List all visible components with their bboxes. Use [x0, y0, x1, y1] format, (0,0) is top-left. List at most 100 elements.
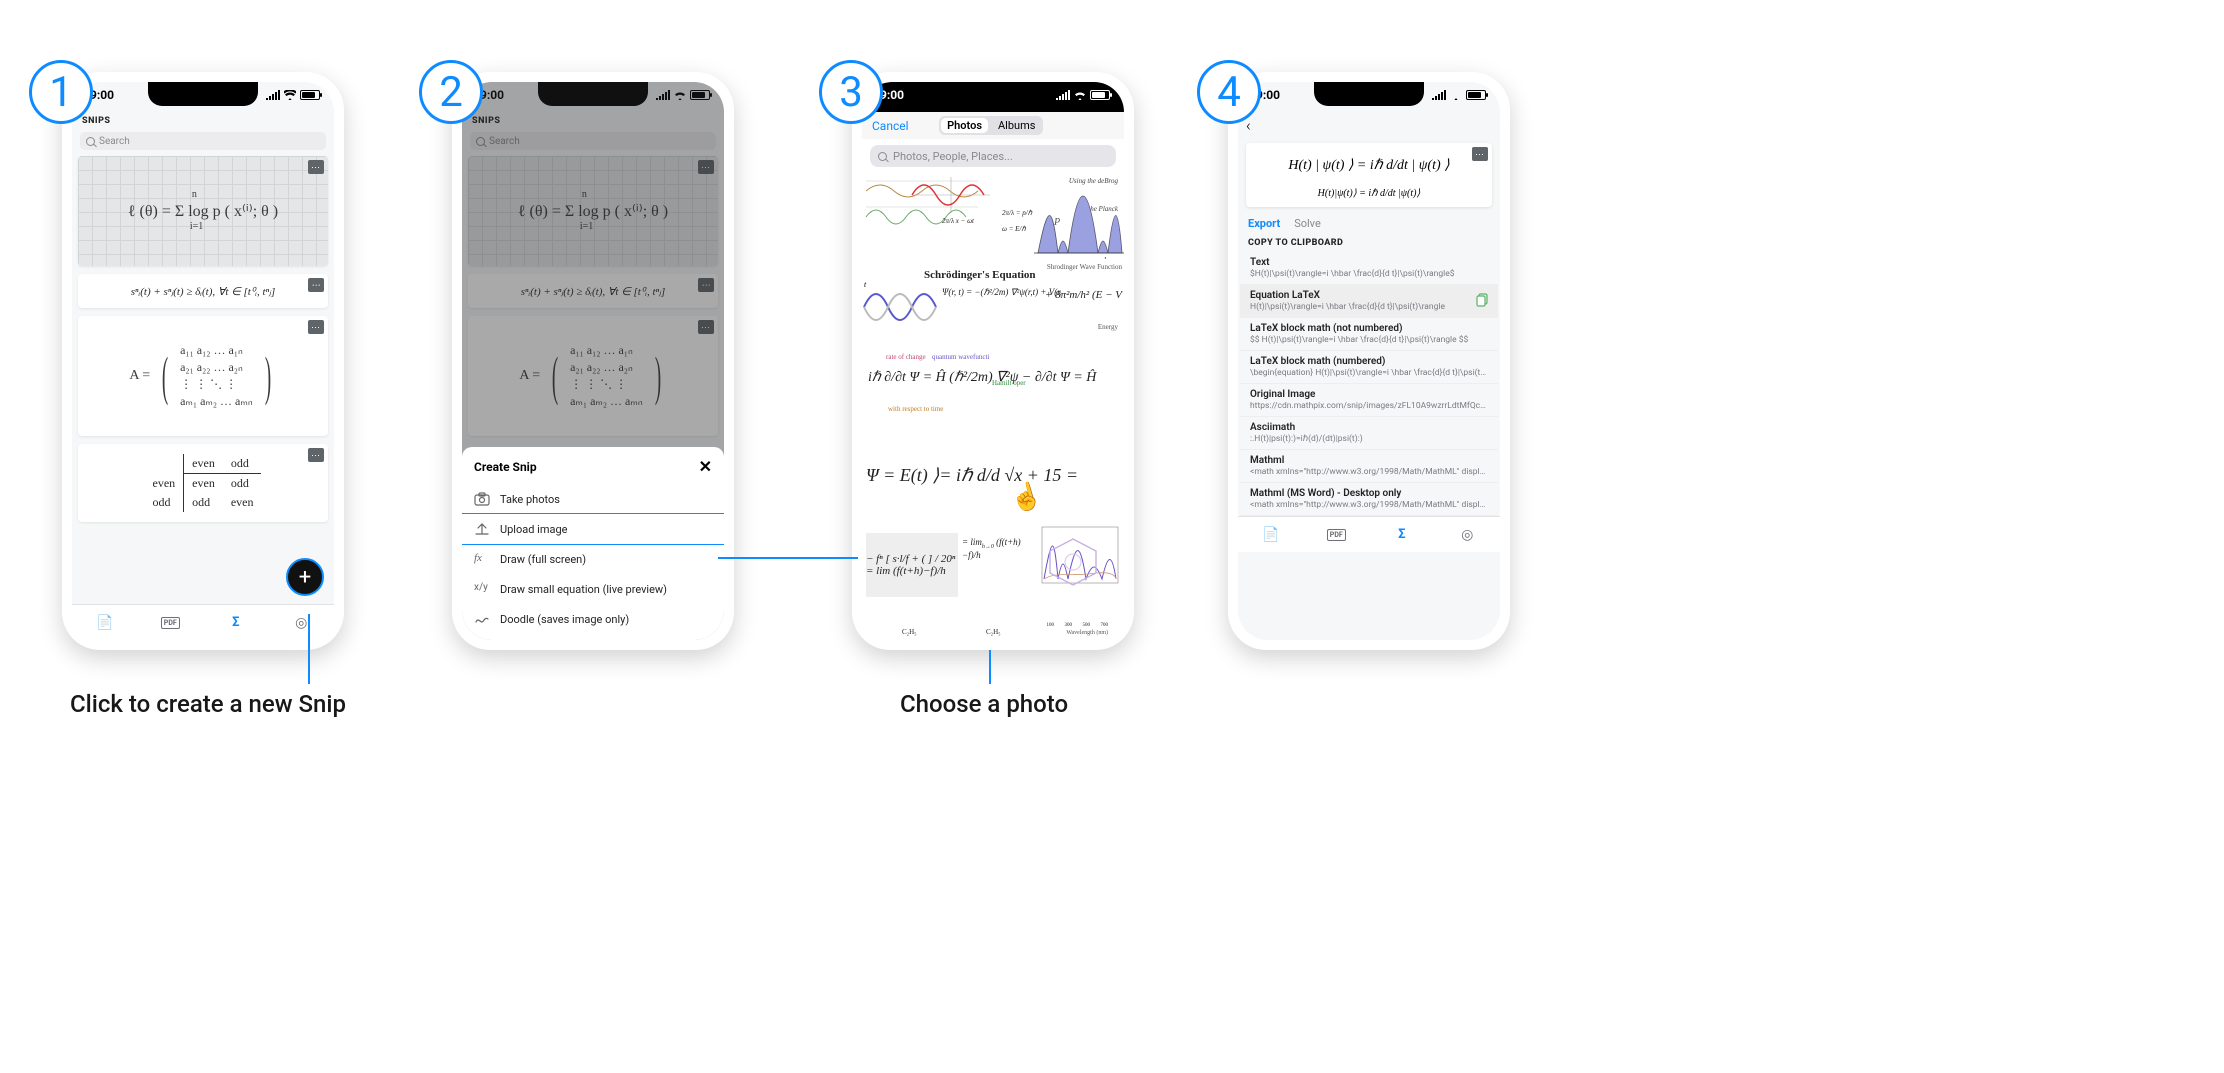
clip-item-value: \begin{equation} H(t)|\psi(t)\rangle=i \… [1250, 368, 1488, 378]
table-cell: odd [223, 474, 262, 494]
card-more-button[interactable]: ⋯ [308, 278, 324, 292]
molecule-label: C₂H₅ [986, 628, 1001, 636]
clip-item-asciimath[interactable]: Asciimath :.H(t)|psi(t):)=iℏ(d)/(dt)|psi… [1240, 417, 1498, 450]
tab-solve[interactable]: Solve [1294, 217, 1321, 230]
table-cell: odd [145, 493, 184, 512]
fx-icon: fx [474, 552, 490, 566]
signal-icon [1432, 90, 1446, 100]
photo-thumb[interactable]: − fⁿ [ s·l/f + ( ] / 20ⁿ = lim (f(t+h)−f… [866, 533, 958, 597]
search-icon [878, 152, 887, 161]
cancel-button[interactable]: Cancel [872, 119, 909, 133]
sheet-title: Create Snip [474, 460, 537, 474]
clip-item-title: Equation LaTeX [1250, 290, 1488, 301]
picker-segment[interactable]: Photos Albums [939, 116, 1043, 135]
clip-item-title: LaTeX block math (not numbered) [1250, 323, 1488, 334]
photo-thumb[interactable]: t [862, 279, 938, 335]
segment-albums[interactable]: Albums [990, 116, 1043, 135]
table-cell: even [145, 474, 184, 494]
matrix-row: a₂₁ a₂₂ … a₂ₙ [180, 360, 253, 375]
picker-search-placeholder: Photos, People, Places... [893, 150, 1013, 163]
clip-item-value: H(t)|\psi(t)\rangle=i \hbar \frac{d}{d t… [1250, 302, 1488, 312]
step-badge-3: 3 [819, 60, 883, 124]
sheet-item-doodle[interactable]: Doodle (saves image only) [462, 604, 724, 634]
search-icon [86, 137, 95, 146]
table-cell: odd [184, 493, 223, 512]
sheet-item-take-photos[interactable]: Take photos [462, 484, 724, 514]
battery-icon [1466, 90, 1486, 100]
photo-annotation: with respect to time [888, 405, 943, 413]
photo-grid[interactable]: Using the deBrog the Planck P a b 2π/λ x… [862, 173, 1124, 640]
table-head: odd [223, 454, 262, 474]
tab-docs-icon[interactable] [1261, 525, 1281, 545]
clip-item-title: Mathml (MS Word) - Desktop only [1250, 488, 1488, 499]
svg-text:t: t [864, 280, 867, 289]
matrix-row: ⋮ ⋮ ⋱ ⋮ [180, 377, 253, 392]
card-more-button[interactable]: ⋯ [308, 160, 324, 174]
eq-text: + 8π²m/h² (E − V [1045, 289, 1122, 301]
tab-pdf-icon[interactable] [1326, 525, 1346, 545]
photo-thumb[interactable]: P a b [1034, 173, 1124, 259]
card-more-button[interactable]: ⋯ [308, 448, 324, 462]
back-button[interactable]: ‹ [1238, 112, 1500, 139]
tick-label: 300 [1065, 623, 1073, 628]
copy-icon[interactable] [1476, 293, 1490, 307]
tick-label: 700 [1101, 623, 1109, 628]
matrix-lhs: A = [129, 368, 150, 384]
status-time: 9:00 [90, 88, 114, 102]
close-icon[interactable]: ✕ [699, 457, 712, 476]
clip-item-mathml-word[interactable]: Mathml (MS Word) - Desktop only <math xm… [1240, 483, 1498, 516]
sum-upper: n [192, 189, 197, 200]
clip-item-value: https://cdn.mathpix.com/snip/images/zFL1… [1250, 401, 1488, 411]
tab-pdf-icon[interactable] [160, 613, 180, 633]
status-bar: 9:00 [72, 82, 334, 112]
clip-item-latex-block[interactable]: LaTeX block math (not numbered) $$ H(t)|… [1240, 318, 1498, 351]
phone-1: 9:00 SNIPS Search ⋯ n ℓ (θ) = Σ log p ( … [62, 72, 344, 650]
copy-section-label: COPY TO CLIPBOARD [1238, 234, 1500, 252]
photo-thumb[interactable] [1042, 533, 1104, 587]
tab-account-icon[interactable] [1457, 525, 1477, 545]
caption-step3: Choose a photo [900, 690, 1068, 718]
tab-docs-icon[interactable] [95, 613, 115, 633]
phone-3: 9:00 Cancel Photos Albums Photos, People… [852, 72, 1134, 650]
sheet-item-upload-image[interactable]: Upload image [462, 514, 724, 544]
battery-icon [1090, 90, 1110, 100]
picker-search-input[interactable]: Photos, People, Places... [870, 145, 1116, 167]
connector-line [989, 650, 991, 684]
doodle-icon [474, 612, 490, 626]
sheet-item-label: Draw (full screen) [500, 553, 586, 566]
card-more-button[interactable]: ⋯ [308, 320, 324, 334]
table-head: even [184, 454, 223, 474]
camera-icon [474, 492, 490, 506]
photo-thumb-selected[interactable]: Ψ = E(t) ⟩= iℏ d/d √x + 15 = [866, 465, 1120, 486]
clip-item-title: Text [1250, 257, 1488, 268]
tab-snips-icon[interactable] [226, 613, 246, 633]
sheet-item-draw-small[interactable]: x/y Draw small equation (live preview) [462, 574, 724, 604]
card-more-button[interactable]: ⋯ [1472, 147, 1488, 161]
clip-item-latex-block-num[interactable]: LaTeX block math (numbered) \begin{equat… [1240, 351, 1498, 384]
phone-4: 9:00 ‹ ⋯ H(t) | ψ(t) ⟩ = iℏ d/dt | ψ(t) … [1228, 72, 1510, 650]
snip-card[interactable]: ⋯ even odd even even odd odd odd [78, 444, 328, 522]
clip-item-text[interactable]: Text $H(t)|\psi(t)\rangle=i \hbar \frac{… [1240, 252, 1498, 285]
tab-export[interactable]: Export [1248, 217, 1280, 230]
photo-thumb[interactable] [906, 173, 996, 217]
new-snip-fab[interactable]: + [286, 558, 324, 596]
clip-item-original-image[interactable]: Original Image https://cdn.mathpix.com/s… [1240, 384, 1498, 417]
snip-card[interactable]: ⋯ n ℓ (θ) = Σ log p ( x⁽ⁱ⁾; θ ) i=1 [78, 156, 328, 266]
result-card: ⋯ H(t) | ψ(t) ⟩ = iℏ d/dt | ψ(t) ⟩ H(t)|… [1246, 143, 1492, 207]
tick-label: 500 [1083, 623, 1091, 628]
matrix-row: a₁₁ a₁₂ … a₁ₙ [180, 343, 253, 358]
snip-card[interactable]: ⋯ A = ( a₁₁ a₁₂ … a₁ₙ a₂₁ a₂₂ … a₂ₙ ⋮ ⋮ … [78, 316, 328, 436]
create-snip-sheet: Create Snip ✕ Take photos Upload image f… [462, 447, 724, 640]
equation-icon: x/y [474, 582, 490, 596]
clip-item-mathml[interactable]: Mathml <math xmlns="http://www.w3.org/19… [1240, 450, 1498, 483]
photo-annotation: Shrodinger Wave Function [1047, 263, 1122, 271]
sheet-item-label: Upload image [500, 523, 568, 536]
search-input[interactable]: Search [80, 132, 326, 150]
sheet-item-draw-full[interactable]: fx Draw (full screen) [462, 544, 724, 574]
segment-photos[interactable]: Photos [941, 118, 988, 133]
snip-card[interactable]: ⋯ sⁿᵢ(t) + sⁿⱼ(t) ≥ δᵢ(t), ∀t ∈ [t⁰ᵢ, tⁿ… [78, 274, 328, 308]
clip-item-equation-latex[interactable]: Equation LaTeX H(t)|\psi(t)\rangle=i \hb… [1240, 285, 1498, 318]
status-bar: 9:00 [1238, 82, 1500, 112]
tab-bar [1238, 516, 1500, 552]
tab-snips-icon[interactable] [1392, 525, 1412, 545]
